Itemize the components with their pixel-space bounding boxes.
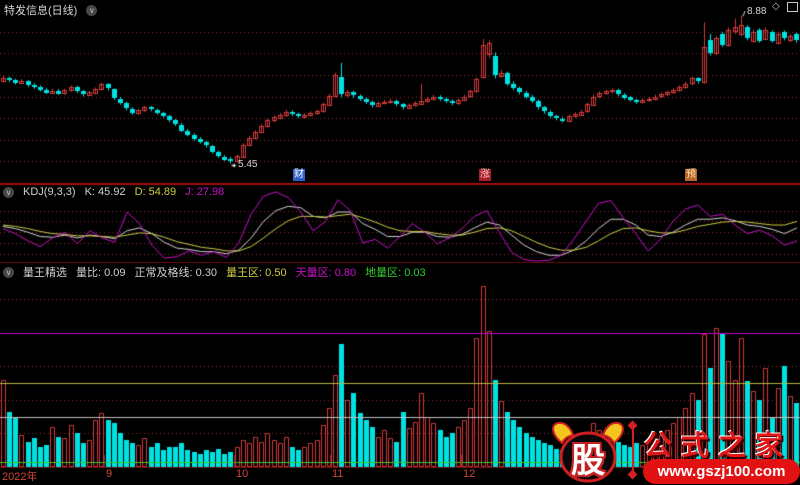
collapse-icon[interactable] (3, 186, 14, 198)
title-bar: 特发信息(日线) (4, 2, 98, 18)
collapse-icon[interactable] (3, 266, 14, 278)
x-axis-label: 12 (463, 468, 476, 480)
kdj-k-value: K: 45.92 (84, 186, 126, 198)
x-axis-label: 10 (236, 468, 249, 480)
kdj-j-value: J: 27.98 (185, 186, 225, 198)
kdj-indicator-label[interactable]: KDJ(9,3,3) (23, 186, 76, 198)
vol-ratio-value: 量比: 0.09 (76, 267, 126, 279)
watermark-url: www.gszj100.com (643, 459, 800, 484)
diamond-ornament (627, 469, 638, 480)
x-axis-label: 9 (106, 468, 113, 480)
bull-logo-character: 股 (571, 442, 605, 480)
high-price-label: 8.88 (747, 6, 767, 17)
vol-groundzone-value: 地量区: 0.03 (365, 267, 426, 279)
watermark-divider (632, 426, 634, 474)
kdj-panel-header: KDJ(9,3,3) K: 45.92 D: 54.89 J: 27.98 (3, 186, 224, 198)
diamond-icon[interactable]: ◇ (772, 1, 780, 12)
chart-canvas[interactable] (0, 0, 800, 485)
kdj-d-value: D: 54.89 (134, 186, 177, 198)
trading-app-window: 特发信息(日线) ◇ KDJ(9,3,3) K: 45.92 D: 54.89 … (0, 0, 800, 485)
site-watermark: 股 公式之家 www.gszj100.com (540, 419, 800, 485)
vol-skyzone-value: 天量区: 0.80 (295, 267, 357, 279)
stock-title[interactable]: 特发信息(日线) (4, 2, 77, 18)
corner-toolbar: ◇ (772, 1, 798, 12)
watermark-site-name: 公式之家 (644, 430, 793, 461)
volume-panel-header: 量王精选 量比: 0.09 正常及格线: 0.30 量王区: 0.50 天量区:… (3, 264, 426, 280)
chevron-down-icon[interactable] (86, 4, 98, 16)
x-axis-label: 2022年 (2, 471, 38, 483)
vol-indicator-label[interactable]: 量王精选 (23, 264, 67, 280)
low-price-label: 5.45 (238, 159, 258, 170)
vol-kingzone-value: 量王区: 0.50 (226, 267, 287, 279)
event-badge[interactable]: 预 (685, 169, 697, 181)
event-badge[interactable]: 涨 (479, 169, 491, 181)
window-icon[interactable] (786, 1, 798, 12)
event-badge[interactable]: 财 (293, 169, 305, 181)
bull-logo-icon: 股 (548, 421, 628, 483)
x-axis-label: 11 (332, 468, 344, 480)
vol-passline-value: 正常及格线: 0.30 (134, 267, 218, 279)
